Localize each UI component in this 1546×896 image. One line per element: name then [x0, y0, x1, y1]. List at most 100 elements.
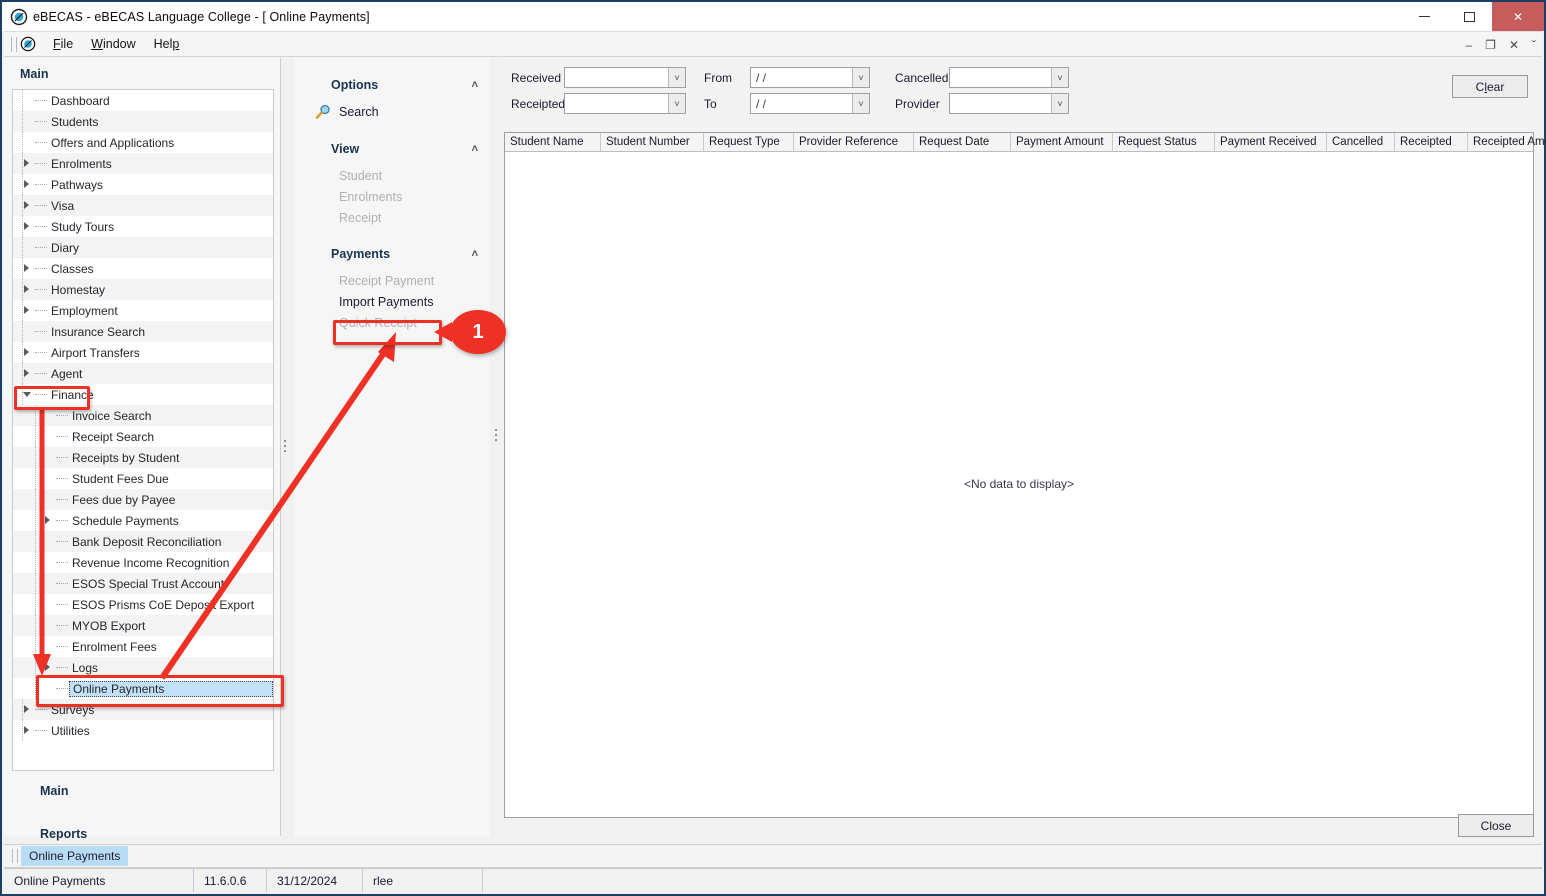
- chevron-right-icon[interactable]: [23, 264, 32, 273]
- grid-column-student-name[interactable]: Student Name: [505, 133, 601, 151]
- nav-footer-main[interactable]: Main: [12, 774, 274, 798]
- grid-column-cancelled[interactable]: Cancelled: [1327, 133, 1395, 151]
- chevron-up-icon[interactable]: ˄: [472, 248, 478, 260]
- options-splitter-handle[interactable]: [495, 429, 499, 444]
- chevron-right-icon[interactable]: [23, 180, 32, 189]
- tree-item-study-tours[interactable]: Study Tours: [13, 216, 273, 237]
- section-header-payments[interactable]: Payments ˄: [294, 247, 490, 261]
- tree-item-airport-transfers[interactable]: Airport Transfers: [13, 342, 273, 363]
- section-header-view[interactable]: View ˄: [294, 142, 490, 156]
- grid-column-student-number[interactable]: Student Number: [601, 133, 704, 151]
- minimize-button[interactable]: [1402, 2, 1447, 31]
- tree-item-esos-prisms-coe-deposit-export[interactable]: ESOS Prisms CoE Deposit Export: [13, 594, 273, 615]
- grid-column-request-status[interactable]: Request Status: [1113, 133, 1215, 151]
- tree-item-surveys[interactable]: Surveys: [13, 699, 273, 720]
- tree-item-diary[interactable]: Diary: [13, 237, 273, 258]
- tree-item-enrolments[interactable]: Enrolments: [13, 153, 273, 174]
- mdi-close-icon[interactable]: ✕: [1509, 39, 1519, 51]
- tree-item-finance[interactable]: Finance: [13, 384, 273, 405]
- tree-item-bank-deposit-reconciliation[interactable]: Bank Deposit Reconciliation: [13, 531, 273, 552]
- tree-item-fees-due-by-payee[interactable]: Fees due by Payee: [13, 489, 273, 510]
- tree-item-dashboard[interactable]: Dashboard: [13, 90, 273, 111]
- nav-splitter-handle[interactable]: [284, 440, 288, 455]
- chevron-up-icon[interactable]: ˄: [472, 143, 478, 155]
- tree-item-offers-and-applications[interactable]: Offers and Applications: [13, 132, 273, 153]
- tree-item-esos-special-trust-account[interactable]: ESOS Special Trust Account: [13, 573, 273, 594]
- tree-item-myob-export[interactable]: MYOB Export: [13, 615, 273, 636]
- chevron-down-icon[interactable]: ˅: [668, 68, 685, 87]
- payments-item-receipt-payment[interactable]: Receipt Payment: [294, 274, 490, 288]
- tree-item-insurance-search[interactable]: Insurance Search: [13, 321, 273, 342]
- view-item-student[interactable]: Student: [294, 169, 490, 183]
- tree-item-homestay[interactable]: Homestay: [13, 279, 273, 300]
- chevron-right-icon[interactable]: [44, 516, 53, 525]
- mdi-restore-icon[interactable]: ❐: [1485, 39, 1496, 51]
- menubar-grip[interactable]: [11, 37, 17, 52]
- tab-online-payments[interactable]: Online Payments: [21, 846, 128, 866]
- chevron-right-icon[interactable]: [23, 159, 32, 168]
- tree-item-online-payments[interactable]: Online Payments: [13, 678, 273, 699]
- payments-item-import-payments[interactable]: Import Payments: [294, 295, 490, 309]
- filter-to-date[interactable]: / / ˅: [750, 93, 870, 114]
- grid-column-receipted-amount[interactable]: Receipted Amount: [1468, 133, 1546, 151]
- chevron-right-icon[interactable]: [23, 705, 32, 714]
- nav-footer-reports[interactable]: Reports: [12, 798, 274, 841]
- payments-item-quick-receipt[interactable]: Quick Receipt: [294, 316, 490, 330]
- menu-item-window[interactable]: Window: [82, 35, 144, 53]
- chevron-up-icon[interactable]: ˄: [472, 79, 478, 91]
- tree-item-invoice-search[interactable]: Invoice Search: [13, 405, 273, 426]
- grid-column-provider-reference[interactable]: Provider Reference: [794, 133, 914, 151]
- filter-received-combo[interactable]: ˅: [564, 67, 686, 88]
- tree-item-schedule-payments[interactable]: Schedule Payments: [13, 510, 273, 531]
- filter-provider-combo[interactable]: ˅: [949, 93, 1069, 114]
- chevron-right-icon[interactable]: [23, 222, 32, 231]
- close-icon[interactable]: ✕: [1492, 2, 1544, 31]
- chevron-right-icon[interactable]: [23, 285, 32, 294]
- section-header-options[interactable]: Options ˄: [294, 78, 490, 92]
- chevron-right-icon[interactable]: [23, 348, 32, 357]
- view-item-enrolments[interactable]: Enrolments: [294, 190, 490, 204]
- chevron-right-icon[interactable]: [23, 726, 32, 735]
- chevron-right-icon[interactable]: [23, 369, 32, 378]
- chevron-down-icon[interactable]: ˅: [668, 94, 685, 113]
- chevron-down-icon[interactable]: [23, 390, 32, 399]
- payments-grid[interactable]: Student NameStudent NumberRequest TypePr…: [504, 132, 1534, 818]
- tree-item-logs[interactable]: Logs: [13, 657, 273, 678]
- tree-item-utilities[interactable]: Utilities: [13, 720, 273, 741]
- tree-item-classes[interactable]: Classes: [13, 258, 273, 279]
- grid-column-request-date[interactable]: Request Date: [914, 133, 1011, 151]
- menu-item-file[interactable]: File: [44, 35, 82, 53]
- grid-column-payment-received[interactable]: Payment Received: [1215, 133, 1327, 151]
- clear-button[interactable]: Clear: [1452, 75, 1528, 98]
- tree-item-employment[interactable]: Employment: [13, 300, 273, 321]
- tree-item-agent[interactable]: Agent: [13, 363, 273, 384]
- chevron-right-icon[interactable]: [44, 663, 53, 672]
- tree-item-student-fees-due[interactable]: Student Fees Due: [13, 468, 273, 489]
- tree-item-pathways[interactable]: Pathways: [13, 174, 273, 195]
- chevron-down-icon[interactable]: ˅: [1051, 68, 1068, 87]
- tree-item-enrolment-fees[interactable]: Enrolment Fees: [13, 636, 273, 657]
- filter-from-date[interactable]: / / ˅: [750, 67, 870, 88]
- tree-item-receipts-by-student[interactable]: Receipts by Student: [13, 447, 273, 468]
- view-item-receipt[interactable]: Receipt: [294, 211, 490, 225]
- chevron-down-icon[interactable]: ˅: [852, 68, 869, 87]
- mdi-more-icon[interactable]: ˇ: [1532, 39, 1536, 51]
- filter-cancelled-combo[interactable]: ˅: [949, 67, 1069, 88]
- menu-item-help[interactable]: Help: [145, 35, 189, 53]
- chevron-down-icon[interactable]: ˅: [852, 94, 869, 113]
- grid-column-receipted[interactable]: Receipted: [1395, 133, 1468, 151]
- options-item-search[interactable]: Search: [294, 104, 490, 120]
- chevron-right-icon[interactable]: [23, 201, 32, 210]
- chevron-down-icon[interactable]: ˅: [1051, 94, 1068, 113]
- mdi-minimize-icon[interactable]: –: [1465, 39, 1472, 51]
- navigation-tree[interactable]: DashboardStudentsOffers and Applications…: [12, 89, 274, 771]
- grid-column-payment-amount[interactable]: Payment Amount: [1011, 133, 1113, 151]
- tree-item-revenue-income-recognition[interactable]: Revenue Income Recognition: [13, 552, 273, 573]
- chevron-right-icon[interactable]: [23, 306, 32, 315]
- maximize-button[interactable]: [1447, 2, 1492, 31]
- filter-receipted-combo[interactable]: ˅: [564, 93, 686, 114]
- tree-item-receipt-search[interactable]: Receipt Search: [13, 426, 273, 447]
- tree-item-visa[interactable]: Visa: [13, 195, 273, 216]
- grid-column-request-type[interactable]: Request Type: [704, 133, 794, 151]
- close-button[interactable]: Close: [1458, 814, 1534, 837]
